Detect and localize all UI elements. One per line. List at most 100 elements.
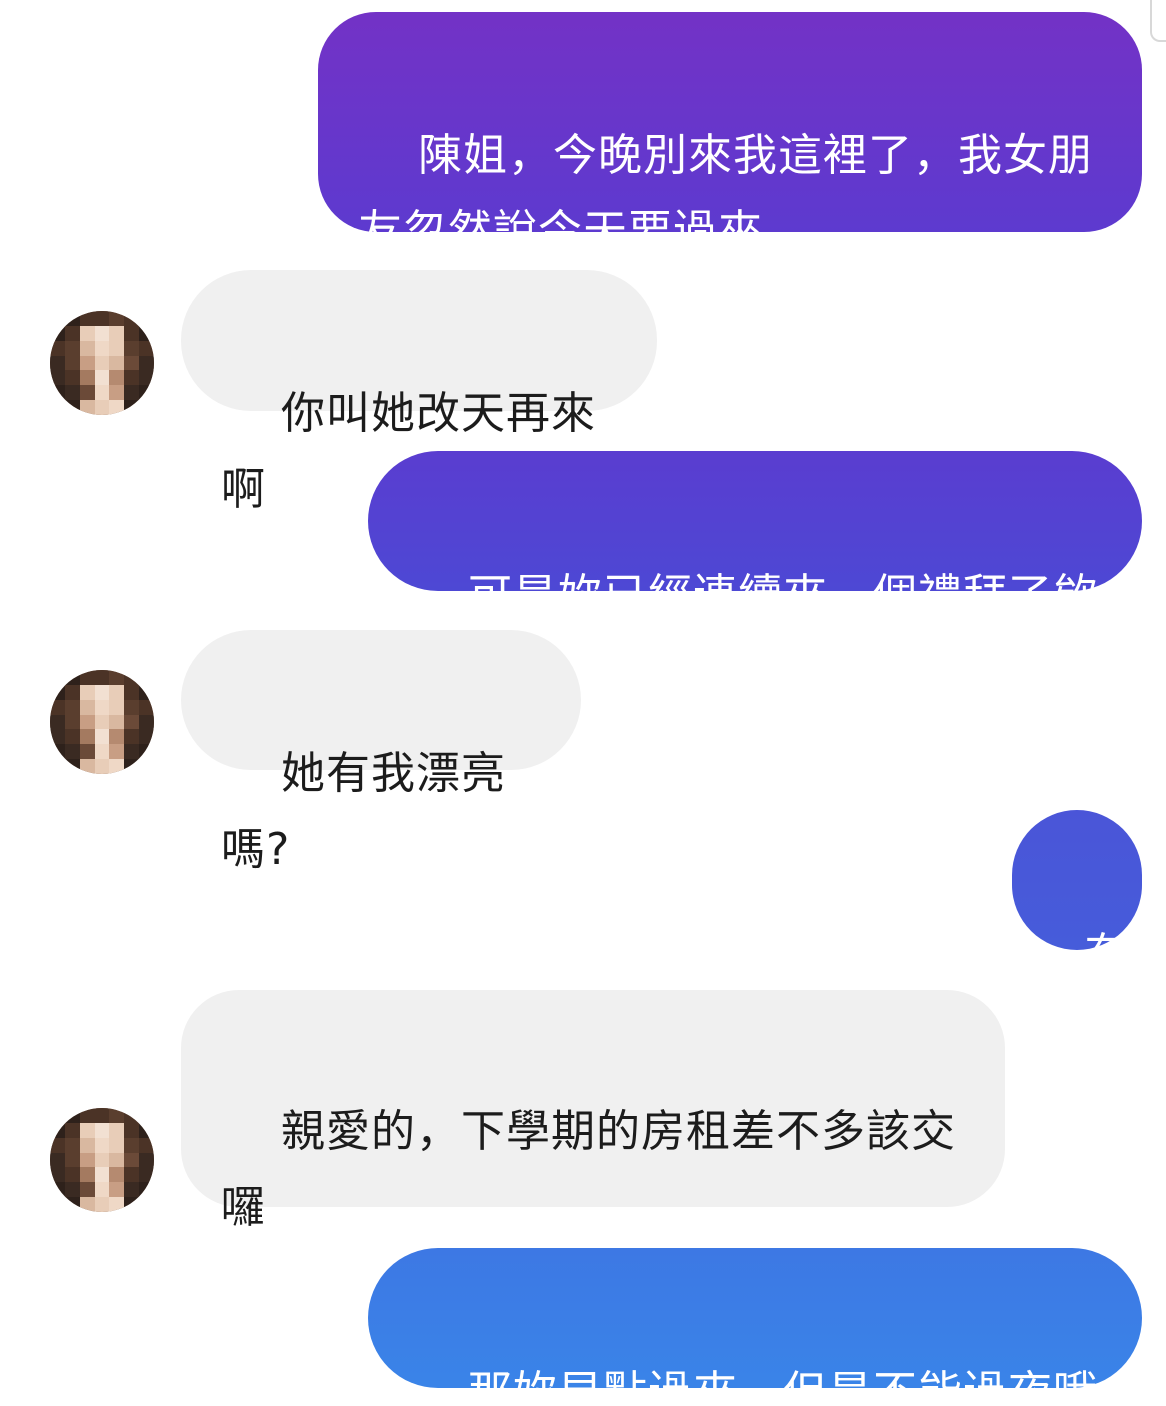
avatar-pixel — [124, 1152, 140, 1168]
scrollbar[interactable] — [1150, 0, 1166, 42]
avatar-pixel — [64, 670, 80, 685]
avatar-pixel — [139, 1122, 154, 1138]
avatar-pixel — [64, 1197, 80, 1212]
avatar-pixel — [64, 355, 80, 371]
avatar-pixel — [109, 1197, 125, 1212]
avatar-pixel — [79, 744, 95, 760]
contact-avatar[interactable] — [50, 670, 154, 774]
received-message-bubble[interactable]: 你叫她改天再來啊 — [181, 270, 657, 515]
avatar-pixel — [79, 325, 95, 341]
avatar-pixel — [109, 1108, 125, 1123]
avatar-pixel — [109, 699, 125, 715]
avatar-pixel — [139, 1167, 154, 1183]
avatar-pixel — [79, 400, 95, 415]
avatar-pixel — [50, 311, 65, 326]
avatar-pixel — [64, 759, 80, 774]
sent-message-bubble[interactable]: 有 — [1012, 810, 1142, 980]
sent-message-bubble[interactable]: 那妳早點過來，但是不能過夜哦 — [368, 1248, 1142, 1406]
avatar-pixel — [139, 1108, 154, 1123]
avatar-pixel — [94, 1122, 110, 1138]
avatar-pixel — [50, 684, 65, 700]
avatar-pixel — [124, 340, 140, 356]
avatar-pixel — [124, 1167, 140, 1183]
avatar-pixel — [64, 325, 80, 341]
received-message-bubble[interactable]: 她有我漂亮嗎? — [181, 630, 581, 875]
avatar-pixel — [124, 1137, 140, 1153]
message-text: 親愛的，下學期的房租差不多該交囉 — [221, 1106, 956, 1233]
avatar-pixel — [79, 1108, 95, 1123]
avatar-pixel — [50, 759, 65, 774]
avatar-pixel — [109, 714, 125, 730]
avatar-pixel — [109, 385, 125, 401]
avatar-pixel — [139, 370, 154, 386]
avatar-pixel — [139, 325, 154, 341]
avatar-pixel — [64, 311, 80, 326]
chat-thread: 陳姐，今晚別來我這裡了，我女朋友忽然說今天要過來 你叫她改天再來啊 可是妳已經連… — [0, 0, 1166, 1406]
avatar-pixel — [50, 1108, 65, 1123]
avatar-pixel — [94, 1182, 110, 1198]
avatar-pixel — [94, 400, 110, 415]
avatar-pixel — [50, 744, 65, 760]
avatar-pixel — [94, 714, 110, 730]
avatar-pixel — [109, 759, 125, 774]
avatar-pixel — [50, 1182, 65, 1198]
contact-avatar[interactable] — [50, 1108, 154, 1212]
avatar-pixel — [79, 311, 95, 326]
avatar-pixel — [64, 370, 80, 386]
avatar-pixel — [64, 699, 80, 715]
avatar-pixel — [94, 699, 110, 715]
avatar-pixel — [79, 1182, 95, 1198]
avatar-pixel — [64, 385, 80, 401]
avatar-pixel — [94, 340, 110, 356]
avatar-pixel — [64, 1108, 80, 1123]
avatar-pixel — [124, 714, 140, 730]
avatar-pixel — [50, 1167, 65, 1183]
avatar-pixel — [79, 370, 95, 386]
avatar-pixel — [139, 699, 154, 715]
avatar-pixel — [124, 1182, 140, 1198]
avatar-pixel — [64, 400, 80, 415]
contact-avatar[interactable] — [50, 311, 154, 415]
message-text: 她有我漂亮嗎? — [221, 748, 506, 875]
avatar-pixel — [50, 355, 65, 371]
avatar-pixel — [94, 325, 110, 341]
sent-message-bubble[interactable]: 可是妳已經連續來一個禮拜了欸 — [368, 451, 1142, 621]
avatar-pixel — [109, 670, 125, 685]
avatar-pixel — [139, 1137, 154, 1153]
received-message-bubble[interactable]: 親愛的，下學期的房租差不多該交囉 — [181, 990, 1005, 1233]
avatar-pixel — [124, 1122, 140, 1138]
avatar-pixel — [94, 1197, 110, 1212]
sent-message-bubble[interactable]: 陳姐，今晚別來我這裡了，我女朋友忽然說今天要過來 — [318, 12, 1142, 257]
avatar-pixel — [64, 1182, 80, 1198]
avatar-pixel — [64, 714, 80, 730]
avatar-pixel — [109, 400, 125, 415]
avatar-pixel — [79, 670, 95, 685]
avatar-pixel — [50, 1197, 65, 1212]
avatar-pixel — [94, 385, 110, 401]
avatar-pixel — [64, 340, 80, 356]
avatar-pixel — [64, 1152, 80, 1168]
avatar-pixel — [50, 729, 65, 745]
avatar-pixel — [64, 1137, 80, 1153]
avatar-pixel — [79, 340, 95, 356]
avatar-pixel — [79, 1122, 95, 1138]
avatar-pixel — [79, 684, 95, 700]
avatar-pixel — [139, 684, 154, 700]
avatar-pixel — [109, 340, 125, 356]
avatar-pixel — [109, 1167, 125, 1183]
avatar-pixel — [50, 699, 65, 715]
avatar-pixel — [50, 1152, 65, 1168]
avatar-pixel — [124, 355, 140, 371]
avatar-pixel — [64, 1122, 80, 1138]
avatar-pixel — [79, 385, 95, 401]
avatar-pixel — [79, 355, 95, 371]
avatar-pixel — [94, 744, 110, 760]
avatar-pixel — [109, 311, 125, 326]
avatar-pixel — [79, 729, 95, 745]
avatar-pixel — [79, 1197, 95, 1212]
avatar-pixel — [79, 714, 95, 730]
avatar-pixel — [109, 744, 125, 760]
avatar-pixel — [50, 1137, 65, 1153]
avatar-pixel — [94, 1167, 110, 1183]
avatar-pixel — [79, 1152, 95, 1168]
